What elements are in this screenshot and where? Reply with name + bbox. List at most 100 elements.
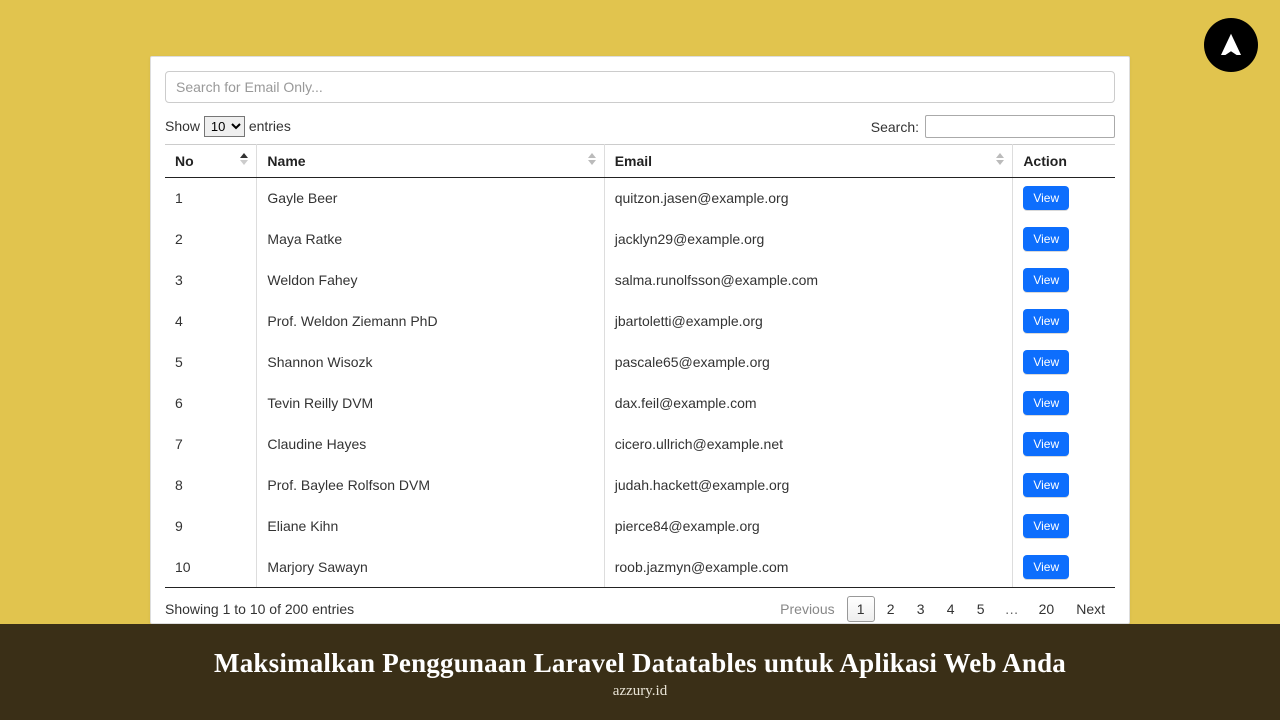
cell-email: jbartoletti@example.org (604, 301, 1013, 342)
table-row: 8Prof. Baylee Rolfson DVMjudah.hackett@e… (165, 465, 1115, 506)
table-row: 5Shannon Wisozkpascale65@example.org View (165, 342, 1115, 383)
page-number[interactable]: 3 (907, 596, 935, 622)
cell-email: judah.hackett@example.org (604, 465, 1013, 506)
cell-no: 3 (165, 260, 257, 301)
page-number[interactable]: 1 (847, 596, 875, 622)
table-row: 7Claudine Hayescicero.ullrich@example.ne… (165, 424, 1115, 465)
cell-email: cicero.ullrich@example.net (604, 424, 1013, 465)
page-number[interactable]: 20 (1029, 596, 1065, 622)
cell-action: View (1013, 260, 1115, 301)
length-control: Show 10 entries (165, 116, 291, 137)
view-button[interactable]: View (1023, 473, 1069, 497)
col-header-email[interactable]: Email (604, 145, 1013, 178)
cell-name: Prof. Baylee Rolfson DVM (257, 465, 604, 506)
data-table: No Name Email Action 1Gayle Beerquitzon.… (165, 144, 1115, 588)
datatable-card: Show 10 entries Search: No Name (150, 56, 1130, 624)
view-button[interactable]: View (1023, 186, 1069, 210)
brand-logo (1204, 18, 1258, 72)
view-button[interactable]: View (1023, 432, 1069, 456)
table-search: Search: (871, 115, 1115, 138)
cell-name: Prof. Weldon Ziemann PhD (257, 301, 604, 342)
page-number[interactable]: 4 (937, 596, 965, 622)
col-header-email-label: Email (615, 153, 652, 169)
col-header-no-label: No (175, 153, 194, 169)
length-suffix: entries (249, 118, 291, 134)
cell-email: quitzon.jasen@example.org (604, 178, 1013, 219)
cell-no: 6 (165, 383, 257, 424)
page-next[interactable]: Next (1066, 596, 1115, 622)
table-row: 10Marjory Sawaynroob.jazmyn@example.com V… (165, 547, 1115, 588)
view-button[interactable]: View (1023, 227, 1069, 251)
cell-no: 4 (165, 301, 257, 342)
search-label: Search: (871, 119, 919, 135)
table-footer: Showing 1 to 10 of 200 entries Previous1… (165, 596, 1115, 622)
cell-no: 5 (165, 342, 257, 383)
cell-action: View (1013, 424, 1115, 465)
cell-action: View (1013, 383, 1115, 424)
length-prefix: Show (165, 118, 200, 134)
col-header-name[interactable]: Name (257, 145, 604, 178)
banner-site: azzury.id (613, 683, 667, 700)
view-button[interactable]: View (1023, 391, 1069, 415)
banner-title: Maksimalkan Penggunaan Laravel Datatable… (214, 648, 1066, 679)
table-row: 9Eliane Kihnpierce84@example.org View (165, 506, 1115, 547)
pagination: Previous12345…20Next (770, 596, 1115, 622)
cell-action: View (1013, 506, 1115, 547)
logo-a-icon (1216, 30, 1246, 60)
cell-no: 8 (165, 465, 257, 506)
cell-email: dax.feil@example.com (604, 383, 1013, 424)
view-button[interactable]: View (1023, 514, 1069, 538)
search-input[interactable] (925, 115, 1115, 138)
view-button[interactable]: View (1023, 350, 1069, 374)
cell-name: Weldon Fahey (257, 260, 604, 301)
cell-name: Claudine Hayes (257, 424, 604, 465)
page-previous[interactable]: Previous (770, 596, 844, 622)
table-row: 3Weldon Faheysalma.runolfsson@example.co… (165, 260, 1115, 301)
col-header-action: Action (1013, 145, 1115, 178)
cell-action: View (1013, 301, 1115, 342)
view-button[interactable]: View (1023, 309, 1069, 333)
view-button[interactable]: View (1023, 555, 1069, 579)
col-header-name-label: Name (267, 153, 305, 169)
cell-name: Shannon Wisozk (257, 342, 604, 383)
cell-name: Eliane Kihn (257, 506, 604, 547)
table-info: Showing 1 to 10 of 200 entries (165, 601, 354, 617)
table-controls: Show 10 entries Search: (165, 115, 1115, 138)
cell-action: View (1013, 465, 1115, 506)
sort-icon (240, 153, 250, 169)
length-select[interactable]: 10 (204, 116, 245, 137)
cell-name: Maya Ratke (257, 219, 604, 260)
page-ellipsis: … (997, 596, 1027, 622)
col-header-action-label: Action (1023, 153, 1067, 169)
page-number[interactable]: 5 (967, 596, 995, 622)
cell-name: Marjory Sawayn (257, 547, 604, 588)
sort-icon (588, 153, 598, 169)
cell-no: 1 (165, 178, 257, 219)
cell-action: View (1013, 178, 1115, 219)
cell-email: jacklyn29@example.org (604, 219, 1013, 260)
cell-no: 10 (165, 547, 257, 588)
view-button[interactable]: View (1023, 268, 1069, 292)
cell-action: View (1013, 547, 1115, 588)
cell-name: Gayle Beer (257, 178, 604, 219)
cell-email: salma.runolfsson@example.com (604, 260, 1013, 301)
cell-email: roob.jazmyn@example.com (604, 547, 1013, 588)
cell-no: 2 (165, 219, 257, 260)
table-header-row: No Name Email Action (165, 145, 1115, 178)
cell-no: 9 (165, 506, 257, 547)
cell-email: pascale65@example.org (604, 342, 1013, 383)
cell-email: pierce84@example.org (604, 506, 1013, 547)
cell-no: 7 (165, 424, 257, 465)
table-row: 1Gayle Beerquitzon.jasen@example.org View (165, 178, 1115, 219)
article-banner: Maksimalkan Penggunaan Laravel Datatable… (0, 624, 1280, 720)
page-number[interactable]: 2 (877, 596, 905, 622)
cell-action: View (1013, 219, 1115, 260)
table-row: 2Maya Ratkejacklyn29@example.org View (165, 219, 1115, 260)
email-search-input[interactable] (165, 71, 1115, 103)
col-header-no[interactable]: No (165, 145, 257, 178)
table-row: 6Tevin Reilly DVMdax.feil@example.com Vie… (165, 383, 1115, 424)
cell-name: Tevin Reilly DVM (257, 383, 604, 424)
cell-action: View (1013, 342, 1115, 383)
sort-icon (996, 153, 1006, 169)
table-row: 4Prof. Weldon Ziemann PhDjbartoletti@exa… (165, 301, 1115, 342)
